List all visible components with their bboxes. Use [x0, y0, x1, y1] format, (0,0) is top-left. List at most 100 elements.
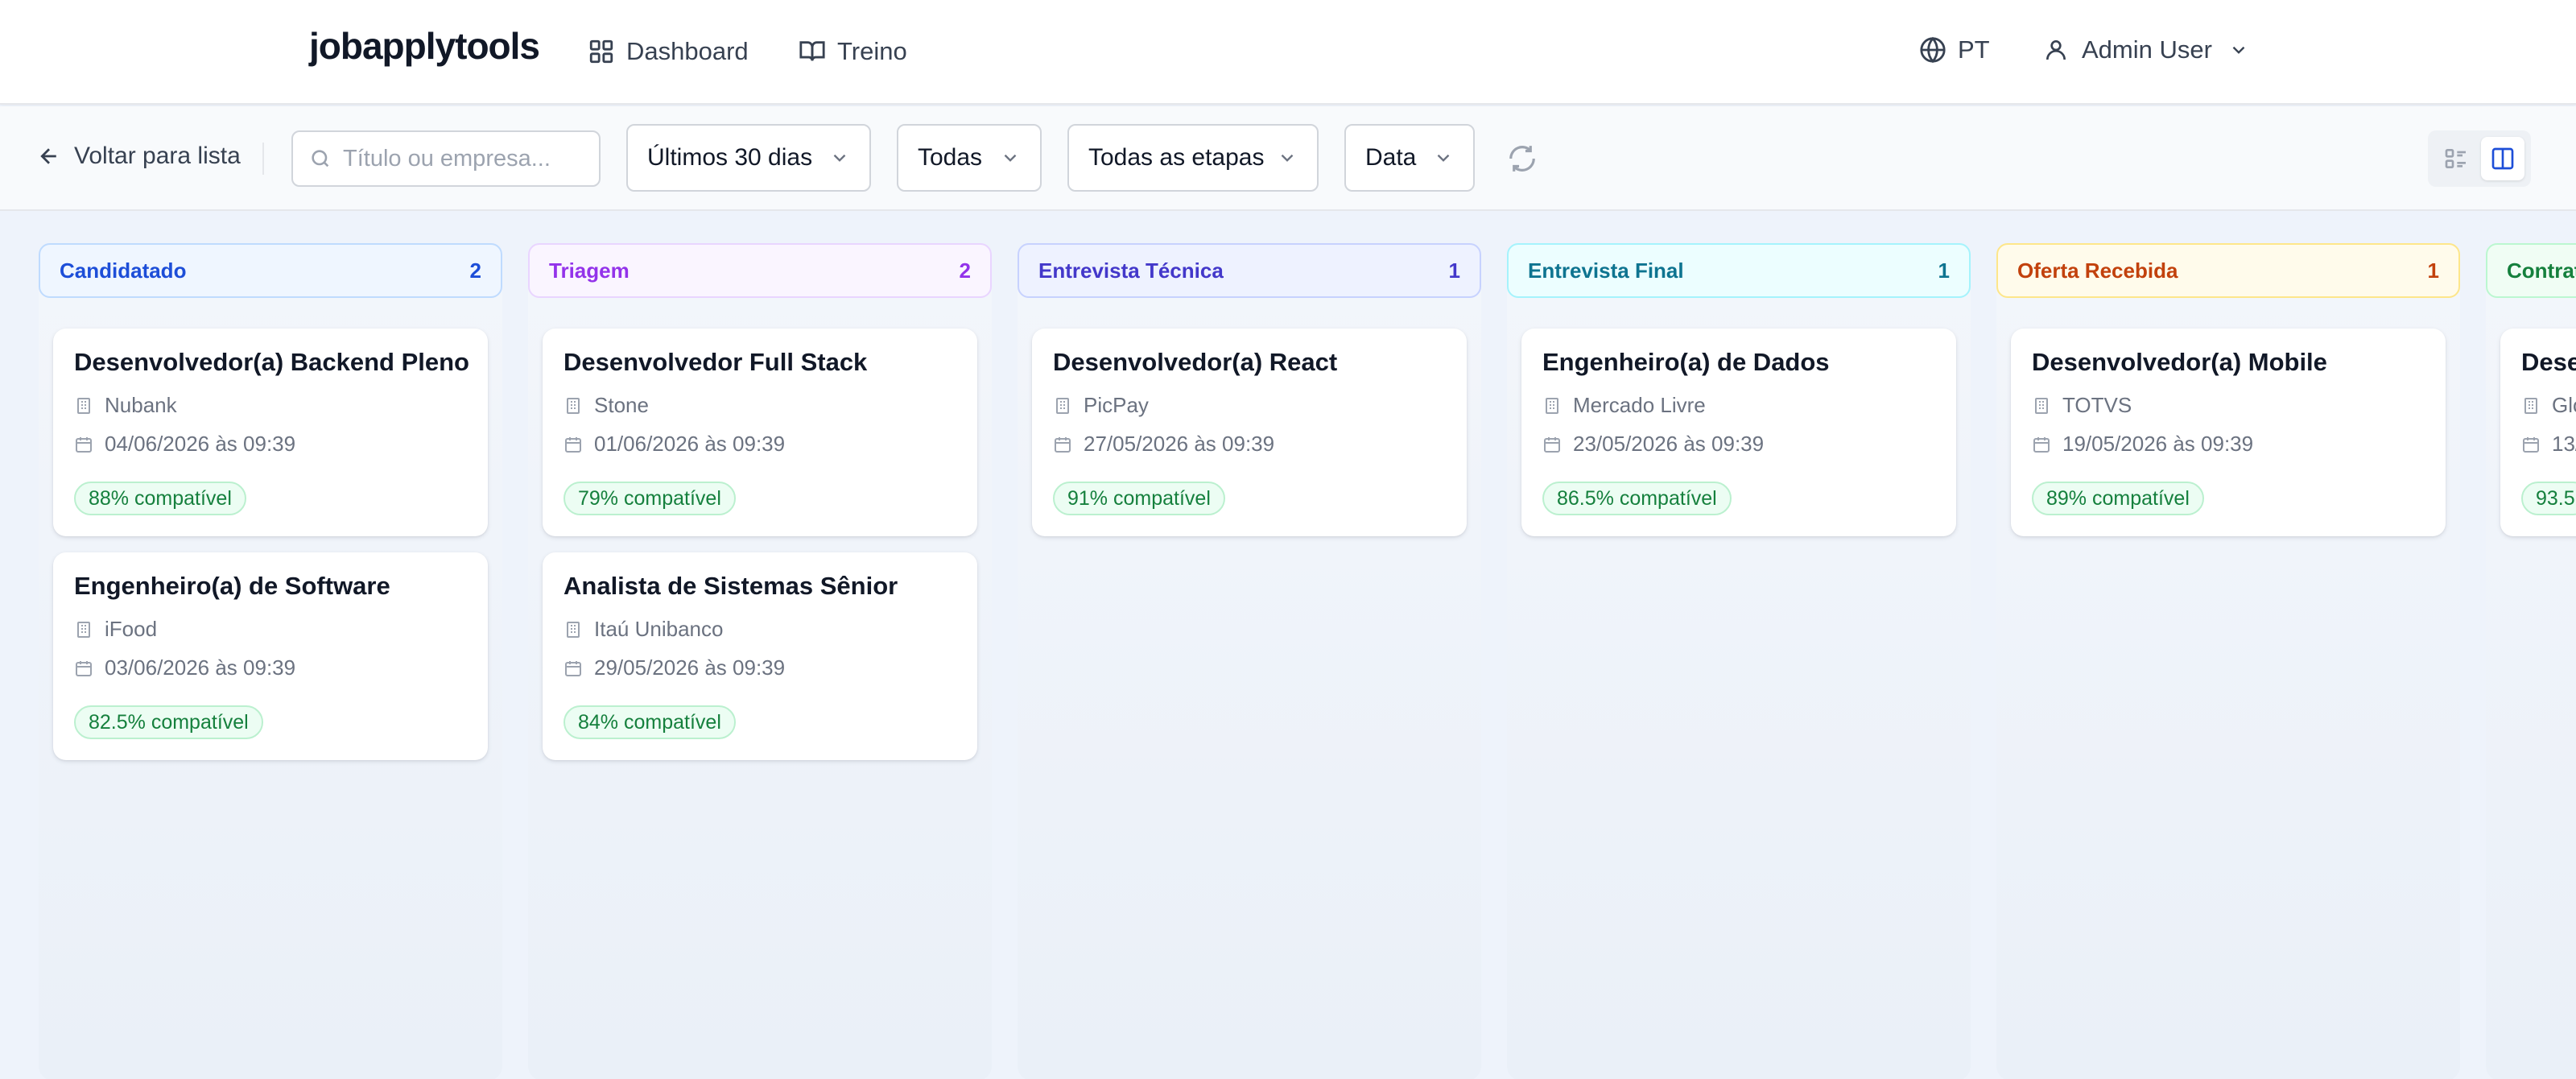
grid-icon — [589, 39, 613, 64]
column-oferta-recebida: Oferta Recebida 1 Desenvolvedor(a) Mobil… — [1996, 243, 2460, 1079]
job-card[interactable]: Engenheiro(a) de Dados Mercado Livre 23/… — [1521, 329, 1956, 536]
search-box[interactable] — [291, 130, 601, 187]
building-icon — [567, 397, 580, 414]
calendar-icon — [76, 436, 92, 453]
match-badge: 79% compatível — [564, 482, 736, 515]
calendar-icon — [2033, 436, 2050, 453]
company-name: PicPay — [1084, 393, 1149, 417]
match-badge: 93.5 — [2521, 482, 2576, 515]
match-badge: 91% compatível — [1053, 482, 1225, 515]
column-header: Entrevista Técnica 1 — [1018, 243, 1481, 298]
nav-dashboard[interactable]: Dashboard — [588, 35, 749, 68]
calendar-icon — [76, 660, 92, 676]
user-menu[interactable]: Admin User — [2043, 35, 2249, 64]
kanban-board: Candidatado 2 Desenvolvedor(a) Backend P… — [0, 213, 2576, 1079]
building-icon — [1546, 397, 1558, 414]
job-card[interactable]: Dese Glo 13/ 93.5 — [2500, 329, 2576, 536]
applied-date: 27/05/2026 às 09:39 — [1084, 432, 1275, 456]
column-contratado: Contrat Dese Glo 13/ 93.5 — [2486, 243, 2576, 1079]
date-row: 19/05/2026 às 09:39 — [2032, 432, 2253, 457]
job-card[interactable]: Engenheiro(a) de Software iFood 03/06/20… — [53, 552, 488, 760]
board-view-button[interactable] — [2481, 137, 2524, 180]
job-title: Desenvolvedor(a) React — [1053, 348, 1338, 376]
language-label: PT — [1958, 35, 1990, 64]
job-card[interactable]: Desenvolvedor(a) React PicPay 27/05/2026… — [1032, 329, 1467, 536]
applied-date: 19/05/2026 às 09:39 — [2062, 432, 2254, 456]
nav-treino[interactable]: Treino — [799, 35, 907, 68]
building-icon — [77, 397, 90, 414]
back-to-list-button[interactable]: Voltar para lista — [37, 143, 241, 170]
company-row: Nubank — [74, 393, 177, 418]
company-name: Glo — [2552, 393, 2576, 417]
job-title: Dese — [2521, 348, 2576, 376]
brand-logo[interactable]: jobapplytools — [309, 24, 540, 68]
column-entrevista-final: Entrevista Final 1 Engenheiro(a) de Dado… — [1507, 243, 1971, 1079]
top-header: jobapplytools Dashboard Treino PT Admin … — [0, 0, 2576, 105]
applied-date: 29/05/2026 às 09:39 — [594, 655, 786, 680]
applied-date: 01/06/2026 às 09:39 — [594, 432, 786, 456]
column-header: Contrat — [2486, 243, 2576, 298]
calendar-icon — [565, 660, 581, 676]
stage-select[interactable]: Todas as etapas — [1067, 124, 1319, 192]
date-row: 03/06/2026 às 09:39 — [74, 655, 295, 680]
building-icon — [2524, 397, 2537, 414]
match-badge: 86.5% compatível — [1542, 482, 1732, 515]
company-name: Mercado Livre — [1573, 393, 1706, 417]
list-view-button[interactable] — [2434, 137, 2478, 180]
column-title: Candidatado — [60, 258, 187, 283]
company-row: Stone — [564, 393, 649, 418]
job-title: Engenheiro(a) de Dados — [1542, 348, 1830, 376]
date-row: 04/06/2026 às 09:39 — [74, 432, 295, 457]
language-switcher[interactable]: PT — [1919, 35, 1990, 64]
company-name: Nubank — [105, 393, 177, 417]
toolbar-divider — [262, 143, 264, 175]
company-row: Glo — [2521, 393, 2576, 418]
company-name: TOTVS — [2062, 393, 2132, 417]
nav-treino-label: Treino — [837, 37, 907, 65]
period-select[interactable]: Últimos 30 dias — [626, 124, 871, 192]
column-header: Entrevista Final 1 — [1507, 243, 1971, 298]
column-count: 2 — [469, 258, 481, 283]
building-icon — [2035, 397, 2048, 414]
applied-date: 23/05/2026 às 09:39 — [1573, 432, 1765, 456]
sort-select[interactable]: Data — [1344, 124, 1475, 192]
period-select-value: Últimos 30 dias — [647, 144, 813, 171]
column-title: Contrat — [2507, 258, 2576, 283]
match-badge: 88% compatível — [74, 482, 246, 515]
column-candidatado: Candidatado 2 Desenvolvedor(a) Backend P… — [39, 243, 502, 1079]
company-row: Mercado Livre — [1542, 393, 1706, 418]
company-row: iFood — [74, 617, 157, 642]
job-title: Desenvolvedor(a) Mobile — [2032, 348, 2327, 376]
job-title: Desenvolvedor(a) Backend Pleno — [74, 348, 469, 376]
job-card[interactable]: Desenvolvedor(a) Backend Pleno Nubank 04… — [53, 329, 488, 536]
column-title: Triagem — [549, 258, 630, 283]
chevron-down-icon — [2232, 46, 2245, 54]
chevron-down-icon — [1437, 154, 1450, 162]
job-card[interactable]: Analista de Sistemas Sênior Itaú Unibanc… — [543, 552, 977, 760]
user-name: Admin User — [2082, 35, 2212, 64]
column-count: 2 — [959, 258, 971, 283]
scope-select-value: Todas — [918, 144, 983, 171]
column-title: Oferta Recebida — [2017, 258, 2178, 283]
building-icon — [1056, 397, 1069, 414]
building-icon — [77, 621, 90, 638]
job-title: Engenheiro(a) de Software — [74, 572, 390, 600]
refresh-icon[interactable] — [1507, 143, 1538, 174]
column-header: Triagem 2 — [528, 243, 992, 298]
column-count: 1 — [1938, 258, 1950, 283]
date-row: 27/05/2026 às 09:39 — [1053, 432, 1274, 457]
column-count: 1 — [1448, 258, 1460, 283]
column-header: Oferta Recebida 1 — [1996, 243, 2460, 298]
calendar-icon — [565, 436, 581, 453]
job-card[interactable]: Desenvolvedor(a) Mobile TOTVS 19/05/2026… — [2011, 329, 2446, 536]
globe-icon — [1920, 36, 1946, 64]
company-name: Itaú Unibanco — [594, 617, 724, 641]
job-card[interactable]: Desenvolvedor Full Stack Stone 01/06/202… — [543, 329, 977, 536]
applied-date: 13/ — [2552, 432, 2576, 456]
board-view-icon — [2491, 147, 2514, 170]
book-icon — [799, 41, 825, 61]
applied-date: 03/06/2026 às 09:39 — [105, 655, 296, 680]
search-input[interactable] — [343, 145, 584, 172]
sort-select-value: Data — [1365, 144, 1417, 171]
scope-select[interactable]: Todas — [897, 124, 1042, 192]
